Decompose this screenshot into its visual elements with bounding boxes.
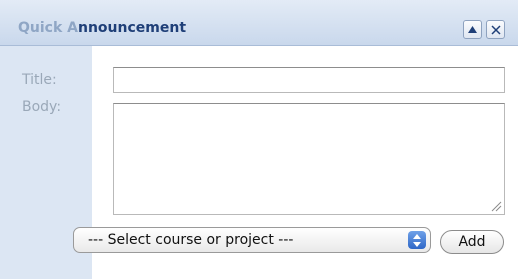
resize-grip-icon[interactable] — [489, 199, 502, 212]
title-input[interactable] — [113, 67, 505, 93]
add-button[interactable]: Add — [440, 230, 504, 254]
panel-title-faded: Quick A — [18, 20, 78, 36]
panel-title-main: nnouncement — [78, 20, 187, 36]
close-icon — [490, 24, 501, 35]
body-label: Body: — [22, 99, 62, 115]
select-arrows-icon — [408, 231, 426, 249]
triangle-up-icon — [468, 26, 477, 33]
panel-header: Quick Announcement — [0, 0, 518, 46]
body-textarea[interactable] — [113, 103, 505, 215]
select-value: --- Select course or project --- — [88, 232, 294, 248]
close-button[interactable] — [486, 20, 505, 39]
panel-title: Quick Announcement — [18, 20, 186, 36]
collapse-button[interactable] — [463, 20, 482, 39]
course-project-select[interactable]: --- Select course or project --- — [73, 227, 431, 253]
title-label: Title: — [22, 72, 57, 88]
